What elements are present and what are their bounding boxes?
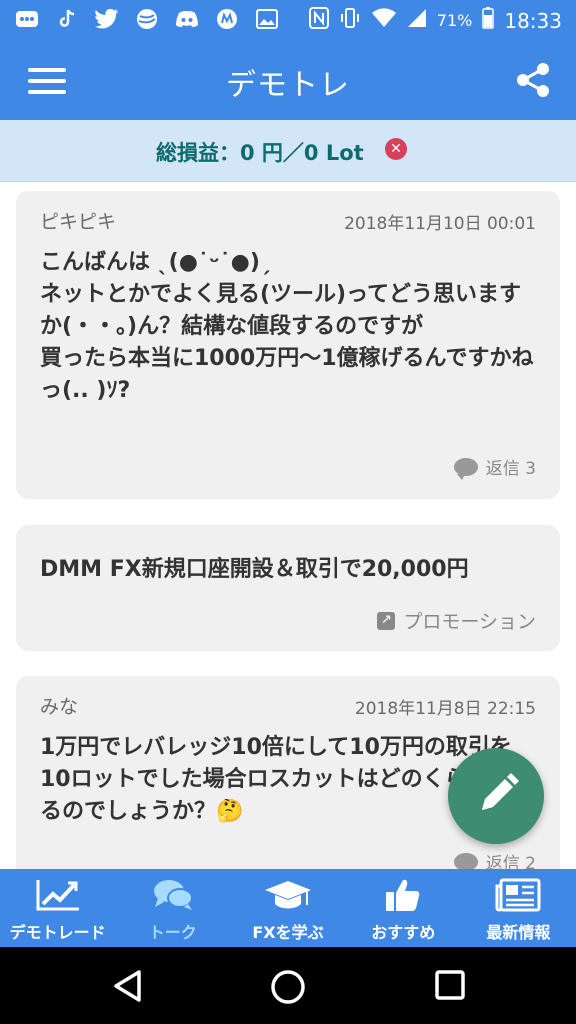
tab-talk[interactable]: トーク bbox=[115, 869, 230, 947]
total-profit-text: 総損益：0 円／0 Lot bbox=[156, 141, 364, 165]
app-bar: デモトレ bbox=[0, 40, 576, 120]
new-post-button[interactable] bbox=[448, 748, 544, 844]
promotion-title: DMM FX新規口座開設＆取引で20,000円 bbox=[40, 557, 469, 582]
m-app-icon bbox=[214, 7, 240, 31]
chat-icon bbox=[152, 877, 194, 913]
post-card[interactable]: ピキピキ 2018年11月10日 00:01 こんばんは ˎ(●˙ᵕ˙●)ˏ ネ… bbox=[16, 191, 560, 499]
close-icon: ✕ bbox=[390, 141, 402, 157]
reply-count-button[interactable]: 返信 3 bbox=[453, 454, 536, 480]
thumbs-up-icon bbox=[384, 877, 422, 913]
tab-learn-fx[interactable]: FXを学ぶ bbox=[230, 869, 345, 947]
promotion-label: ↗ プロモーション bbox=[377, 607, 536, 634]
tab-talk-label: トーク bbox=[148, 923, 197, 942]
pencil-icon bbox=[482, 773, 519, 810]
recents-button[interactable] bbox=[434, 969, 466, 1005]
chart-icon bbox=[35, 877, 81, 913]
system-navigation-bar bbox=[0, 947, 576, 1024]
page-title: デモトレ bbox=[226, 68, 350, 103]
tab-latest-news-label: 最新情報 bbox=[486, 923, 551, 942]
post-author: みな bbox=[40, 696, 79, 718]
comment-icon bbox=[453, 852, 478, 869]
back-icon bbox=[114, 970, 141, 1002]
reply-count-button[interactable]: 返信 2 bbox=[453, 849, 536, 869]
external-link-icon: ↗ bbox=[377, 611, 396, 630]
wifi-icon bbox=[371, 8, 397, 33]
graduation-cap-icon bbox=[263, 877, 313, 913]
post-author: ピキピキ bbox=[40, 211, 117, 233]
comment-icon bbox=[453, 457, 478, 480]
post-date: 2018年11月10日 00:01 bbox=[344, 214, 536, 234]
reply-count-label: 返信 2 bbox=[485, 854, 536, 869]
image-icon bbox=[254, 7, 280, 31]
recents-icon bbox=[435, 970, 465, 1000]
system-status: 71% 18:33 bbox=[308, 7, 562, 34]
tab-demo-trade[interactable]: デモトレード bbox=[0, 869, 115, 947]
notification-icons bbox=[14, 7, 280, 31]
status-bar: 71% 18:33 bbox=[0, 0, 576, 40]
bottom-navigation: デモトレード トーク FXを学ぶ おすすめ 最新情報 bbox=[0, 869, 576, 947]
home-button[interactable] bbox=[270, 969, 306, 1009]
twitter-icon bbox=[94, 7, 120, 31]
tab-recommended[interactable]: おすすめ bbox=[346, 869, 461, 947]
tab-demo-trade-label: デモトレード bbox=[9, 923, 106, 942]
tab-latest-news[interactable]: 最新情報 bbox=[461, 869, 576, 947]
promotion-card[interactable]: DMM FX新規口座開設＆取引で20,000円 ↗ プロモーション bbox=[16, 525, 560, 651]
tab-learn-fx-label: FXを学ぶ bbox=[252, 923, 324, 942]
globe-icon bbox=[134, 7, 160, 31]
back-button[interactable] bbox=[112, 969, 142, 1007]
promotion-label-text: プロモーション bbox=[403, 611, 536, 633]
mail-icon bbox=[14, 7, 40, 31]
battery-percent: 71% bbox=[436, 11, 473, 30]
discord-icon bbox=[174, 7, 200, 31]
home-icon bbox=[271, 970, 305, 1004]
newspaper-icon bbox=[495, 877, 541, 913]
profit-summary-bar: 総損益：0 円／0 Lot ✕ bbox=[0, 120, 576, 182]
clock: 18:33 bbox=[504, 8, 562, 33]
share-icon bbox=[517, 63, 549, 97]
tiktok-icon bbox=[54, 7, 80, 31]
battery-icon bbox=[482, 7, 495, 34]
vibrate-icon bbox=[339, 7, 361, 34]
reply-count-label: 返信 3 bbox=[485, 459, 536, 479]
nfc-icon bbox=[308, 7, 329, 34]
close-summary-button[interactable]: ✕ bbox=[385, 138, 407, 160]
post-date: 2018年11月8日 22:15 bbox=[354, 699, 536, 719]
share-button[interactable] bbox=[516, 62, 550, 98]
signal-icon bbox=[407, 8, 427, 33]
tab-recommended-label: おすすめ bbox=[371, 923, 436, 942]
post-body: こんばんは ˎ(●˙ᵕ˙●)ˏ ネットとかでよく見る(ツール)ってどう思いますか… bbox=[40, 250, 534, 403]
